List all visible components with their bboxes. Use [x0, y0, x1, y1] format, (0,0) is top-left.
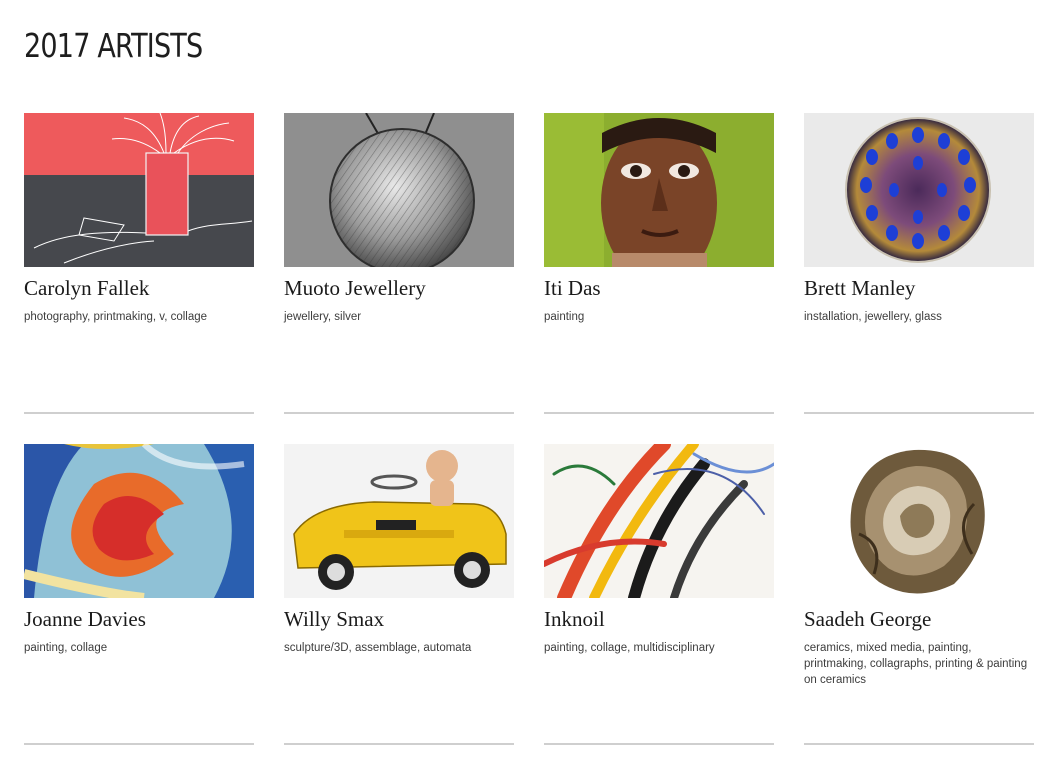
card-divider — [544, 743, 774, 745]
card-divider — [284, 412, 514, 414]
artist-name[interactable]: Willy Smax — [284, 607, 384, 632]
card-divider — [24, 743, 254, 745]
artist-tags: jewellery, silver — [284, 311, 362, 323]
artist-thumbnail[interactable] — [804, 444, 1034, 598]
artist-tags: photography, printmaking, v, collage — [24, 311, 208, 323]
artist-name[interactable]: Muoto Jewellery — [284, 276, 426, 301]
silver-disc-pendant-image — [284, 113, 514, 267]
card-divider — [804, 743, 1034, 745]
artist-thumbnail[interactable] — [284, 113, 514, 267]
artist-thumbnail[interactable] — [804, 113, 1034, 267]
card-divider — [24, 412, 254, 414]
artist-name[interactable]: Saadeh George — [804, 607, 931, 632]
pedal-car-sculpture-image — [284, 444, 514, 598]
iridescent-glass-plate-image — [804, 113, 1034, 267]
artist-name[interactable]: Joanne Davies — [24, 607, 146, 632]
artist-card[interactable]: Saadeh George ceramics, mixed media, pai… — [804, 444, 1034, 745]
artist-tags: painting, collage — [24, 642, 108, 654]
abstract-heart-painting-image — [24, 444, 254, 598]
artist-thumbnail[interactable] — [544, 444, 774, 598]
artist-card[interactable]: Iti Das painting — [544, 113, 774, 414]
artist-name[interactable]: Inknoil — [544, 607, 605, 632]
artist-tags: sculpture/3D, assemblage, automata — [284, 642, 472, 654]
artists-page: 2017 ARTISTS Carolyn Fallek photography,… — [0, 0, 1055, 762]
ceramic-rose-image — [804, 444, 1034, 598]
artist-card[interactable]: Willy Smax sculpture/3D, assemblage, aut… — [284, 444, 514, 745]
artist-card[interactable]: Carolyn Fallek photography, printmaking,… — [24, 113, 254, 414]
artist-name[interactable]: Iti Das — [544, 276, 601, 301]
artist-name[interactable]: Brett Manley — [804, 276, 915, 301]
artist-tags: ceramics, mixed media, painting, printma… — [804, 642, 1028, 686]
artist-grid: Carolyn Fallek photography, printmaking,… — [24, 113, 1034, 745]
abstract-stroke-painting-image — [544, 444, 774, 598]
card-divider — [544, 412, 774, 414]
red-vase-drawing-image — [24, 113, 254, 267]
page-title: 2017 ARTISTS — [24, 26, 203, 65]
portrait-painting-image — [544, 113, 774, 267]
artist-thumbnail[interactable] — [284, 444, 514, 598]
artist-name[interactable]: Carolyn Fallek — [24, 276, 149, 301]
card-divider — [804, 412, 1034, 414]
artist-thumbnail[interactable] — [544, 113, 774, 267]
artist-card[interactable]: Muoto Jewellery jewellery, silver — [284, 113, 514, 414]
artist-tags: painting — [544, 311, 585, 323]
artist-card[interactable]: Brett Manley installation, jewellery, gl… — [804, 113, 1034, 414]
artist-card[interactable]: Inknoil painting, collage, multidiscipli… — [544, 444, 774, 745]
artist-tags: painting, collage, multidisciplinary — [544, 642, 715, 654]
artist-thumbnail[interactable] — [24, 113, 254, 267]
card-divider — [284, 743, 514, 745]
artist-thumbnail[interactable] — [24, 444, 254, 598]
artist-tags: installation, jewellery, glass — [804, 311, 942, 323]
artist-card[interactable]: Joanne Davies painting, collage — [24, 444, 254, 745]
